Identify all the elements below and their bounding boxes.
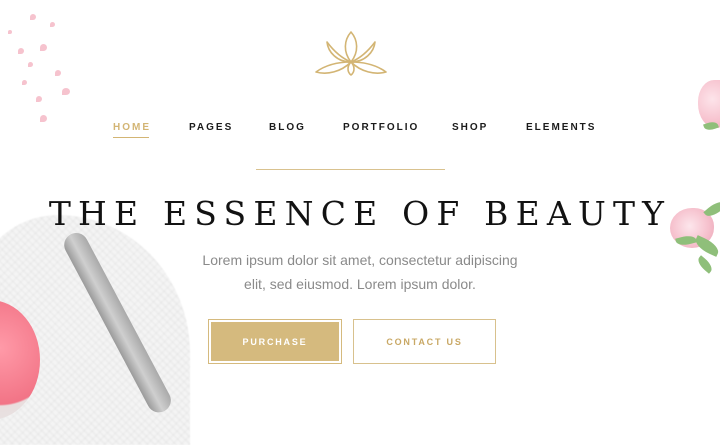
purchase-button[interactable]: PURCHASE: [208, 319, 342, 364]
nav-item-elements[interactable]: ELEMENTS: [526, 122, 596, 133]
hero-subtitle: Lorem ipsum dolor sit amet, consectetur …: [170, 248, 550, 296]
lotus-icon[interactable]: [313, 28, 389, 78]
hero-title: THE ESSENCE OF BEAUTY: [48, 194, 672, 233]
nav-item-shop[interactable]: SHOP: [452, 122, 488, 133]
nav-item-blog[interactable]: BLOG: [269, 122, 306, 133]
petals-decoration: [0, 0, 80, 130]
nav-item-portfolio[interactable]: PORTFOLIO: [343, 122, 419, 133]
hero-divider: [256, 169, 445, 170]
nav-item-pages[interactable]: PAGES: [189, 122, 233, 133]
nav-item-home[interactable]: HOME: [113, 122, 151, 138]
main-nav: HOME PAGES BLOG PORTFOLIO SHOP ELEMENTS: [0, 120, 720, 142]
hero-subtitle-line2: elit, sed eiusmod. Lorem ipsum dolor.: [244, 276, 476, 292]
hero-subtitle-line1: Lorem ipsum dolor sit amet, consectetur …: [202, 252, 518, 268]
contact-us-button[interactable]: CONTACT US: [353, 319, 496, 364]
